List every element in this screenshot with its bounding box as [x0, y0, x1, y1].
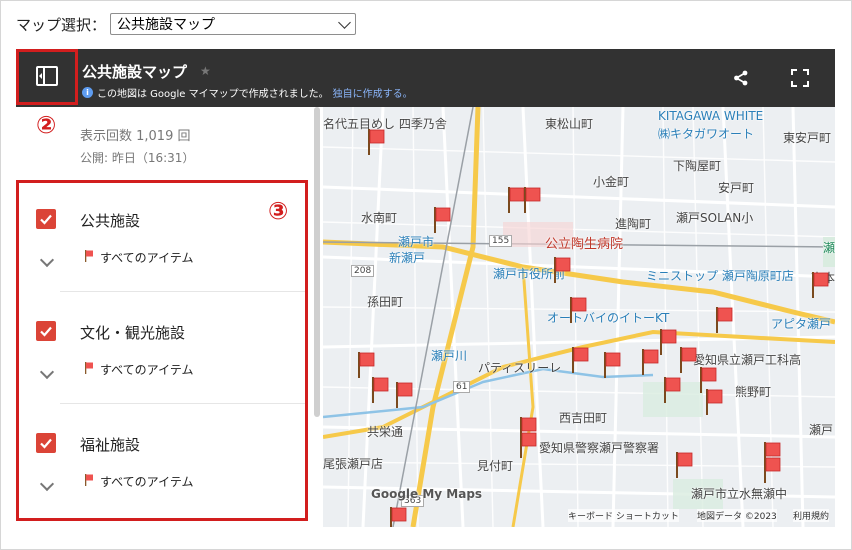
- red-flag-marker[interactable]: [367, 129, 385, 155]
- map-label: 水南町: [361, 211, 398, 225]
- map-selector-row: マップ選択： 公共施設マップ: [16, 12, 357, 36]
- map-label: 愛知県警察瀬戸警察署: [539, 441, 660, 455]
- map-label: 瀬戸SOLAN小: [676, 211, 754, 225]
- keyboard-shortcuts-link[interactable]: キーボード ショートカット: [568, 509, 679, 522]
- red-flag-marker[interactable]: [679, 347, 697, 373]
- view-count: 表示回数 1,019 回: [80, 129, 191, 144]
- map-selector-label: マップ選択：: [16, 15, 107, 34]
- published-date: 公開: 昨日（16:31）: [80, 151, 195, 165]
- map-label: 瀬戸市立水無瀬中: [691, 487, 788, 501]
- map-label: 孫田町: [367, 295, 404, 309]
- create-own-link[interactable]: 独自に作成する。: [333, 85, 413, 100]
- red-flag-marker[interactable]: [553, 257, 571, 283]
- map-selector-dropdown[interactable]: 公共施設マップ: [110, 13, 357, 35]
- map-label: 瀬: [823, 241, 835, 255]
- red-flag-marker[interactable]: [715, 307, 733, 333]
- red-flag-marker[interactable]: [357, 352, 375, 378]
- red-flag-marker[interactable]: [663, 377, 681, 403]
- map-header: 公共施設マップ ★ i この地図は Google マイマップで作成されました。 …: [16, 49, 835, 107]
- red-flag-marker[interactable]: [811, 272, 829, 298]
- share-icon[interactable]: [732, 69, 750, 87]
- map-label: 小金町: [593, 175, 630, 189]
- red-flag-marker[interactable]: [519, 432, 537, 458]
- map-label: 瀬戸: [809, 423, 834, 437]
- red-flag-marker[interactable]: [389, 507, 407, 527]
- map-label: KITAGAWA WHITE: [658, 109, 764, 123]
- star-icon[interactable]: ★: [200, 64, 211, 78]
- notice-text: この地図は Google マイマップで作成されました。: [97, 89, 329, 100]
- map-label: アピタ瀬戸: [771, 317, 832, 331]
- red-flag-marker[interactable]: [569, 297, 587, 323]
- red-flag-marker[interactable]: [433, 207, 451, 233]
- red-flag-marker[interactable]: [641, 349, 659, 375]
- map-label: オートバイのイトーKT: [547, 311, 670, 325]
- map-notice: i この地図は Google マイマップで作成されました。 独自に作成する。: [82, 85, 413, 100]
- red-flag-marker[interactable]: [705, 389, 723, 415]
- embedded-map: 公共施設マップ ★ i この地図は Google マイマップで作成されました。 …: [16, 49, 835, 527]
- route-badge: 61: [453, 381, 471, 393]
- map-label: パティスリーレ: [478, 361, 562, 375]
- map-label: 進陶町: [615, 217, 652, 231]
- map-label: 共栄通: [367, 425, 404, 439]
- map-label: 見付町: [477, 459, 514, 473]
- red-flag-marker[interactable]: [395, 382, 413, 408]
- red-flag-marker[interactable]: [523, 187, 541, 213]
- map-data-credit: 地図データ ©2023: [697, 509, 777, 522]
- route-badge: 208: [351, 265, 375, 277]
- red-flag-marker[interactable]: [571, 347, 589, 373]
- map-canvas[interactable]: 名代五目めし 四季乃舎 東松山町 KITAGAWA WHITE ㈱キタガワオート…: [323, 107, 835, 527]
- map-label: 安戸町: [718, 181, 755, 195]
- annotation-box-2: [16, 49, 78, 105]
- fullscreen-icon[interactable]: [791, 69, 809, 87]
- red-flag-marker[interactable]: [763, 457, 781, 483]
- panel-scrollbar[interactable]: [314, 107, 320, 417]
- map-label: 尾張瀬戸店: [323, 457, 384, 471]
- red-flag-marker[interactable]: [659, 329, 677, 355]
- map-label: 瀬戸川: [431, 349, 468, 363]
- red-flag-marker[interactable]: [675, 452, 693, 478]
- red-flag-marker[interactable]: [371, 377, 389, 403]
- map-label: 東松山町: [545, 117, 594, 131]
- info-icon: i: [82, 87, 93, 98]
- map-label: 下陶屋町: [673, 159, 722, 173]
- map-label: 西吉田町: [559, 411, 608, 425]
- red-flag-marker[interactable]: [603, 352, 621, 378]
- map-label: 愛知県立瀬戸工科高: [693, 353, 802, 367]
- map-label: 公立陶生病院: [545, 237, 624, 252]
- map-label: 東安戸町: [783, 131, 832, 145]
- terms-link[interactable]: 利用規約: [793, 509, 830, 522]
- google-mymaps-logo: Google My Maps: [371, 487, 483, 501]
- map-label: ミニストップ 瀬戸陶原町店: [646, 269, 794, 283]
- chevron-down-icon: [338, 15, 351, 29]
- map-label: 新瀬戸: [389, 251, 426, 265]
- map-selector-value: 公共施設マップ: [117, 17, 216, 33]
- map-title: 公共施設マップ: [82, 63, 188, 81]
- annotation-box-3: [16, 180, 308, 521]
- route-badge: 155: [489, 235, 513, 247]
- map-label: 瀬戸市: [398, 235, 435, 249]
- map-label: ㈱キタガワオート: [658, 127, 755, 141]
- annotation-2: ②: [36, 111, 57, 139]
- map-label: 熊野町: [735, 385, 772, 399]
